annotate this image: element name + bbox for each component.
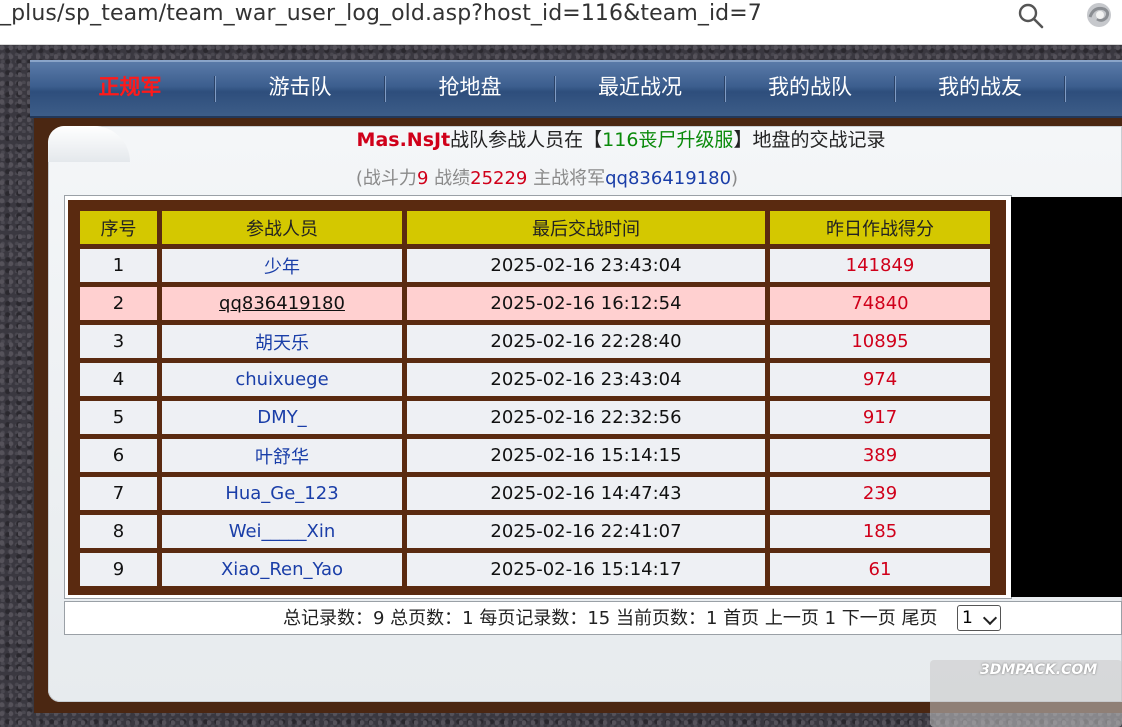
side-black-panel — [1011, 197, 1122, 597]
team-name: Mas.NsJt — [356, 129, 451, 151]
table-row: 9 Xiao_Ren_Yao 2025-02-16 15:14:17 61 — [79, 552, 991, 587]
table-row: 5 DMY_ 2025-02-16 22:32:56 917 — [79, 400, 991, 435]
member-name-link[interactable]: Wei_____Xin — [161, 514, 403, 549]
row-no: 1 — [79, 248, 158, 283]
table-row: 3 胡天乐 2025-02-16 22:28:40 10895 — [79, 324, 991, 359]
last-battle-time: 2025-02-16 23:43:04 — [406, 248, 766, 283]
nav-item-3[interactable]: 最近战况 — [555, 60, 725, 114]
nav-item-0[interactable]: 正规军 — [45, 60, 215, 114]
table-row: 2 qq836419180 2025-02-16 16:12:54 74840 — [79, 286, 991, 321]
col-header-score: 昨日作战得分 — [769, 210, 991, 245]
title-mid: 战队参战人员在【 — [450, 129, 603, 151]
server-name: 116丧尸升级服 — [602, 129, 734, 151]
last-battle-time: 2025-02-16 15:14:17 — [406, 552, 766, 587]
yesterday-score: 239 — [769, 476, 991, 511]
nav-item-5[interactable]: 我的战友 — [895, 60, 1065, 114]
row-no: 7 — [79, 476, 158, 511]
table-row: 8 Wei_____Xin 2025-02-16 22:41:07 185 — [79, 514, 991, 549]
member-name-link[interactable]: DMY_ — [161, 400, 403, 435]
watermark-text: 3DMPACK.COM — [980, 662, 1098, 678]
nav-item-1[interactable]: 游击队 — [215, 60, 385, 114]
address-url[interactable]: _plus/sp_team/team_war_user_log_old.asp?… — [0, 0, 762, 28]
leader-name: qq836419180 — [605, 168, 732, 189]
member-name-link[interactable]: 胡天乐 — [161, 324, 403, 359]
table-header-row: 序号 参战人员 最后交战时间 昨日作战得分 — [79, 210, 991, 245]
page-select[interactable]: 1 — [957, 605, 1001, 631]
table-row: 4 chuixuege 2025-02-16 23:43:04 974 — [79, 362, 991, 397]
col-header-member: 参战人员 — [161, 210, 403, 245]
nav-separator — [1064, 76, 1066, 102]
last-battle-time: 2025-02-16 23:43:04 — [406, 362, 766, 397]
member-name-link[interactable]: 叶舒华 — [161, 438, 403, 473]
last-battle-time: 2025-02-16 14:47:43 — [406, 476, 766, 511]
yesterday-score: 389 — [769, 438, 991, 473]
yesterday-score: 185 — [769, 514, 991, 549]
table-row: 6 叶舒华 2025-02-16 15:14:15 389 — [79, 438, 991, 473]
page-title: Mas.NsJt战队参战人员在【116丧尸升级服】地盘的交战记录 — [120, 126, 1122, 154]
yesterday-score: 141849 — [769, 248, 991, 283]
nav-separator — [554, 76, 556, 102]
row-no: 4 — [79, 362, 158, 397]
power-value: 9 — [416, 168, 429, 189]
last-battle-time: 2025-02-16 16:12:54 — [406, 286, 766, 321]
row-no: 9 — [79, 552, 158, 587]
yesterday-score: 10895 — [769, 324, 991, 359]
col-header-no: 序号 — [79, 210, 158, 245]
row-no: 6 — [79, 438, 158, 473]
yesterday-score: 74840 — [769, 286, 991, 321]
last-battle-time: 2025-02-16 15:14:15 — [406, 438, 766, 473]
row-no: 2 — [79, 286, 158, 321]
leader-label: 主战将军 — [527, 168, 606, 189]
member-name-link[interactable]: Hua_Ge_123 — [161, 476, 403, 511]
yesterday-score: 974 — [769, 362, 991, 397]
war-log-table: 序号 参战人员 最后交战时间 昨日作战得分 1 少年 2025-02-16 23:4… — [76, 207, 994, 590]
member-name-link[interactable]: 少年 — [161, 248, 403, 283]
nav-separator — [894, 76, 896, 102]
member-name-link[interactable]: qq836419180 — [161, 286, 403, 321]
member-name-link[interactable]: Xiao_Ren_Yao — [161, 552, 403, 587]
nav-separator — [214, 76, 216, 102]
team-stats: (战斗力9 战绩25229 主战将军qq836419180) — [120, 166, 974, 192]
score-value: 25229 — [470, 168, 528, 189]
chevron-down-icon — [982, 610, 998, 626]
last-battle-time: 2025-02-16 22:41:07 — [406, 514, 766, 549]
last-battle-time: 2025-02-16 22:28:40 — [406, 324, 766, 359]
yesterday-score: 61 — [769, 552, 991, 587]
member-name-link[interactable]: chuixuege — [161, 362, 403, 397]
score-label: 战绩 — [428, 168, 471, 189]
last-battle-time: 2025-02-16 22:32:56 — [406, 400, 766, 435]
table-row: 1 少年 2025-02-16 23:43:04 141849 — [79, 248, 991, 283]
row-no: 5 — [79, 400, 158, 435]
pager-text[interactable]: 总记录数：9 总页数：1 每页记录数：15 当前页数：1 首页 上一页 1 下一… — [283, 605, 937, 633]
col-header-time: 最后交战时间 — [406, 210, 766, 245]
yesterday-score: 917 — [769, 400, 991, 435]
row-no: 3 — [79, 324, 158, 359]
nav-item-2[interactable]: 抢地盘 — [385, 60, 555, 114]
row-no: 8 — [79, 514, 158, 549]
nav-separator — [724, 76, 726, 102]
nav-item-4[interactable]: 我的战队 — [725, 60, 895, 114]
title-end: 】地盘的交战记录 — [733, 129, 886, 151]
stat-close: ) — [731, 168, 739, 189]
table-row: 7 Hua_Ge_123 2025-02-16 14:47:43 239 — [79, 476, 991, 511]
page-select-value: 1 — [962, 608, 973, 628]
stat-open: (战斗力 — [355, 168, 417, 189]
nav-separator — [384, 76, 386, 102]
magnifier-icon[interactable] — [1017, 2, 1045, 30]
browser-address-bar: _plus/sp_team/team_war_user_log_old.asp?… — [0, 0, 1122, 45]
edge-swirl-icon[interactable] — [1084, 0, 1114, 30]
